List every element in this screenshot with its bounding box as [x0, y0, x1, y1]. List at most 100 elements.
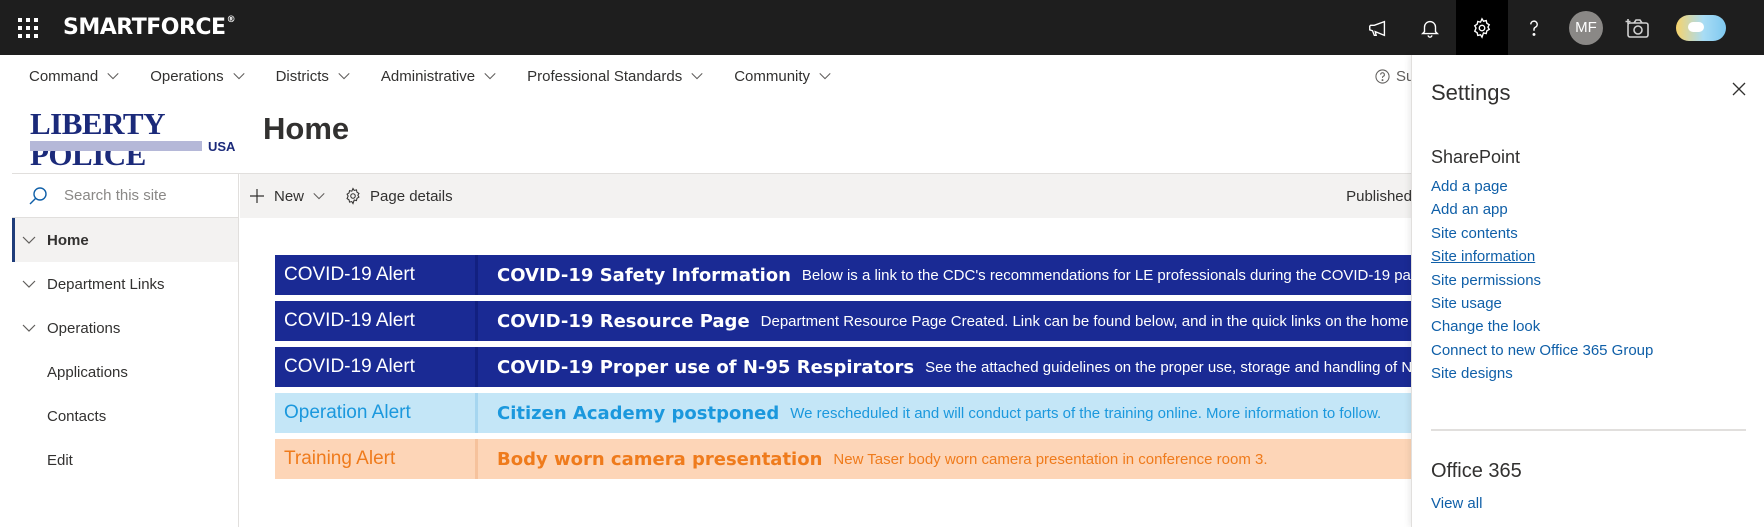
chevron-down-icon[interactable] — [21, 320, 37, 336]
chevron-down-icon — [819, 73, 831, 80]
office-365-heading: Office 365 — [1431, 460, 1522, 482]
help-button[interactable] — [1508, 0, 1560, 55]
weather-icon — [1676, 14, 1726, 41]
page-details-button[interactable]: Page details — [344, 187, 453, 205]
alert-content: COVID-19 Safety Information Below is a l… — [478, 255, 1412, 295]
gear-icon — [1473, 16, 1491, 39]
search-input[interactable] — [64, 187, 224, 204]
camera-icon — [1625, 18, 1649, 38]
alert-headline[interactable]: COVID-19 Proper use of N-95 Respirators — [497, 357, 914, 378]
help-circle-icon — [1375, 69, 1390, 84]
account-button[interactable]: MF — [1560, 0, 1612, 55]
alert-headline[interactable]: COVID-19 Resource Page — [497, 311, 750, 332]
alert-type: Training Alert — [284, 448, 396, 469]
settings-divider — [1431, 429, 1746, 431]
logo-sub: USA — [208, 139, 236, 154]
published-status: Published — [1346, 187, 1412, 205]
settings-link-add-app[interactable]: Add an app — [1431, 198, 1653, 221]
brand-logo[interactable]: SMARTFORCE® — [63, 15, 236, 40]
nav-item-label: Department Links — [47, 275, 165, 293]
hub-item-districts[interactable]: Districts — [276, 68, 351, 85]
alert-content: COVID-19 Proper use of N-95 Respirators … — [478, 347, 1412, 387]
site-search — [12, 174, 238, 218]
chevron-down-icon[interactable] — [21, 232, 37, 248]
alert-banner[interactable]: COVID-19 Alert COVID-19 Safety Informati… — [275, 255, 1412, 295]
settings-link-connect-group[interactable]: Connect to new Office 365 Group — [1431, 339, 1653, 362]
megaphone-icon — [1369, 20, 1386, 36]
support-link[interactable]: Su — [1375, 68, 1414, 85]
nav-item-label: Home — [47, 231, 89, 249]
nav-item-edit[interactable]: Edit — [12, 438, 238, 482]
alert-text: See the attached guidelines on the prope… — [925, 358, 1412, 376]
settings-link-site-information[interactable]: Site information — [1431, 245, 1653, 268]
camera-button[interactable] — [1612, 0, 1664, 55]
alert-banner[interactable]: Training Alert Body worn camera presenta… — [275, 439, 1412, 479]
chevron-down-icon[interactable] — [21, 276, 37, 292]
alert-banner[interactable]: Operation Alert Citizen Academy postpone… — [275, 393, 1412, 433]
hub-item-label: Districts — [275, 67, 329, 85]
avatar: MF — [1569, 10, 1603, 45]
nav-item-contacts[interactable]: Contacts — [12, 394, 238, 438]
nav-item-department-links[interactable]: Department Links — [12, 262, 238, 306]
command-bar: New Page details Published — [240, 174, 1412, 218]
page-details-label: Page details — [370, 187, 453, 205]
hub-item-administrative[interactable]: Administrative — [381, 68, 497, 85]
suite-bar: SMARTFORCE® MF — [0, 0, 1764, 55]
hub-item-community[interactable]: Community — [734, 68, 832, 85]
alert-banner[interactable]: COVID-19 Alert COVID-19 Resource Page De… — [275, 301, 1412, 341]
close-icon[interactable] — [1730, 80, 1748, 98]
app-launcher-button[interactable] — [0, 0, 55, 55]
hub-item-professional-standards[interactable]: Professional Standards — [527, 68, 704, 85]
hub-item-operations[interactable]: Operations — [150, 68, 245, 85]
hub-item-label: Professional Standards — [527, 67, 683, 85]
waffle-icon — [17, 17, 38, 38]
nav-item-label: Contacts — [47, 407, 107, 425]
notifications-button[interactable] — [1404, 0, 1456, 55]
site-logo[interactable]: LIBERTY POLICE USA — [30, 108, 240, 170]
alert-text: Below is a link to the CDC's recommendat… — [801, 266, 1412, 284]
nav-item-label: Edit — [47, 451, 73, 469]
search-icon — [29, 186, 47, 204]
alert-headline[interactable]: Citizen Academy postponed — [497, 403, 779, 424]
nav-item-home[interactable]: Home — [12, 218, 238, 262]
page-title: Home — [263, 111, 350, 146]
new-button[interactable]: New — [248, 187, 326, 205]
alert-type: Operation Alert — [284, 402, 411, 423]
alert-content: Citizen Academy postponed We rescheduled… — [478, 393, 1412, 433]
suite-actions: MF — [1352, 0, 1764, 55]
alerts-list: COVID-19 Alert COVID-19 Safety Informati… — [275, 255, 1412, 485]
nav-item-operations[interactable]: Operations — [12, 306, 238, 350]
chevron-down-icon — [484, 73, 496, 80]
chevron-down-icon — [691, 73, 703, 80]
chevron-down-icon — [313, 193, 325, 200]
alert-text: Department Resource Page Created. Link c… — [760, 312, 1412, 330]
sharepoint-links: Add a page Add an app Site contents Site… — [1431, 175, 1653, 386]
weather-toggle[interactable] — [1664, 0, 1764, 55]
alert-headline[interactable]: COVID-19 Safety Information — [497, 265, 791, 286]
settings-link-site-contents[interactable]: Site contents — [1431, 222, 1653, 245]
settings-panel: Settings SharePoint Add a page Add an ap… — [1411, 55, 1764, 527]
hub-item-label: Administrative — [380, 67, 476, 85]
settings-link-site-usage[interactable]: Site usage — [1431, 292, 1653, 315]
settings-link-site-permissions[interactable]: Site permissions — [1431, 269, 1653, 292]
hub-item-command[interactable]: Command — [29, 68, 120, 85]
alert-banner[interactable]: COVID-19 Alert COVID-19 Proper use of N-… — [275, 347, 1412, 387]
settings-link-change-look[interactable]: Change the look — [1431, 315, 1653, 338]
bell-icon — [1421, 20, 1439, 38]
alert-content: COVID-19 Resource Page Department Resour… — [478, 301, 1412, 341]
settings-link-site-designs[interactable]: Site designs — [1431, 362, 1653, 385]
announcements-button[interactable] — [1352, 0, 1404, 55]
alert-text: New Taser body worn camera presentation … — [833, 450, 1268, 468]
settings-button[interactable] — [1456, 0, 1508, 55]
logo-bar — [30, 141, 202, 151]
settings-title: Settings — [1431, 80, 1511, 105]
settings-link-add-page[interactable]: Add a page — [1431, 175, 1653, 198]
alert-headline[interactable]: Body worn camera presentation — [497, 449, 822, 470]
chevron-down-icon — [107, 73, 119, 80]
view-all-link[interactable]: View all — [1431, 495, 1482, 512]
new-label: New — [274, 187, 305, 205]
nav-item-applications[interactable]: Applications — [12, 350, 238, 394]
alert-content: Body worn camera presentation New Taser … — [478, 439, 1412, 479]
help-icon — [1530, 19, 1538, 36]
left-navigation: Home Department Links Operations Applica… — [12, 174, 239, 527]
